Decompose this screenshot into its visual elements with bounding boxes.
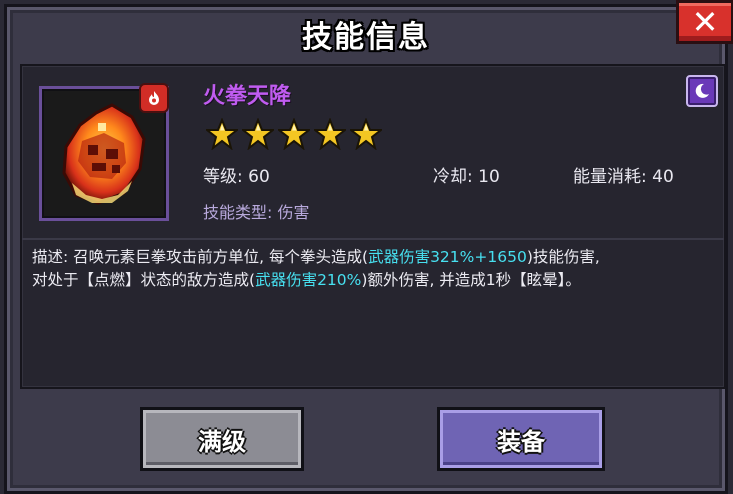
skill-info-dialog: 技能信息 火拳天降 等级: 60 冷却: 10 能量消耗: 40 技能类型: 伤… <box>4 4 728 494</box>
skill-description: 描述: 召唤元素巨拳攻击前方单位, 每个拳头造成(武器伤害321%+1650)技… <box>32 246 712 292</box>
close-icon: ✕ <box>691 3 719 41</box>
close-button[interactable]: ✕ <box>676 0 733 44</box>
star-icon <box>242 118 274 150</box>
skill-detail-panel: 火拳天降 等级: 60 冷却: 10 能量消耗: 40 技能类型: 伤害 描述:… <box>20 64 726 389</box>
star-icon <box>314 118 346 150</box>
fire-element-badge-icon <box>139 83 169 113</box>
damage-highlight: 武器伤害210% <box>255 271 362 289</box>
max-level-button[interactable]: 满级 <box>140 407 304 471</box>
skill-energy-cost: 能量消耗: 40 <box>573 167 674 187</box>
description-text: 描述: 召唤元素巨拳攻击前方单位, 每个拳头造成( <box>32 248 369 266</box>
damage-highlight: 武器伤害321%+1650 <box>368 248 527 266</box>
description-text: 对处于【点燃】状态的敌方造成( <box>32 271 256 289</box>
star-icon <box>278 118 310 150</box>
description-text: )额外伤害, 并造成1秒【眩晕】。 <box>361 271 581 289</box>
skill-type: 技能类型: 伤害 <box>203 203 310 222</box>
flaming-fist-icon <box>62 103 146 205</box>
rarity-moon-icon[interactable] <box>686 75 718 107</box>
star-icon <box>206 118 238 150</box>
description-text: )技能伤害, <box>526 248 600 266</box>
dialog-title: 技能信息 <box>302 20 430 55</box>
skill-cooldown: 冷却: 10 <box>433 167 500 187</box>
panel-divider <box>22 238 724 240</box>
description-line-1: 描述: 召唤元素巨拳攻击前方单位, 每个拳头造成(武器伤害321%+1650)技… <box>32 246 712 269</box>
skill-name: 火拳天降 <box>203 84 292 109</box>
equip-button[interactable]: 装备 <box>437 407 605 471</box>
fire-icon <box>149 91 159 105</box>
moon-icon <box>695 83 709 98</box>
skill-star-rating <box>206 118 382 150</box>
skill-level: 等级: 60 <box>203 167 270 187</box>
description-line-2: 对处于【点燃】状态的敌方造成(武器伤害210%)额外伤害, 并造成1秒【眩晕】。 <box>32 269 712 292</box>
star-icon <box>350 118 382 150</box>
